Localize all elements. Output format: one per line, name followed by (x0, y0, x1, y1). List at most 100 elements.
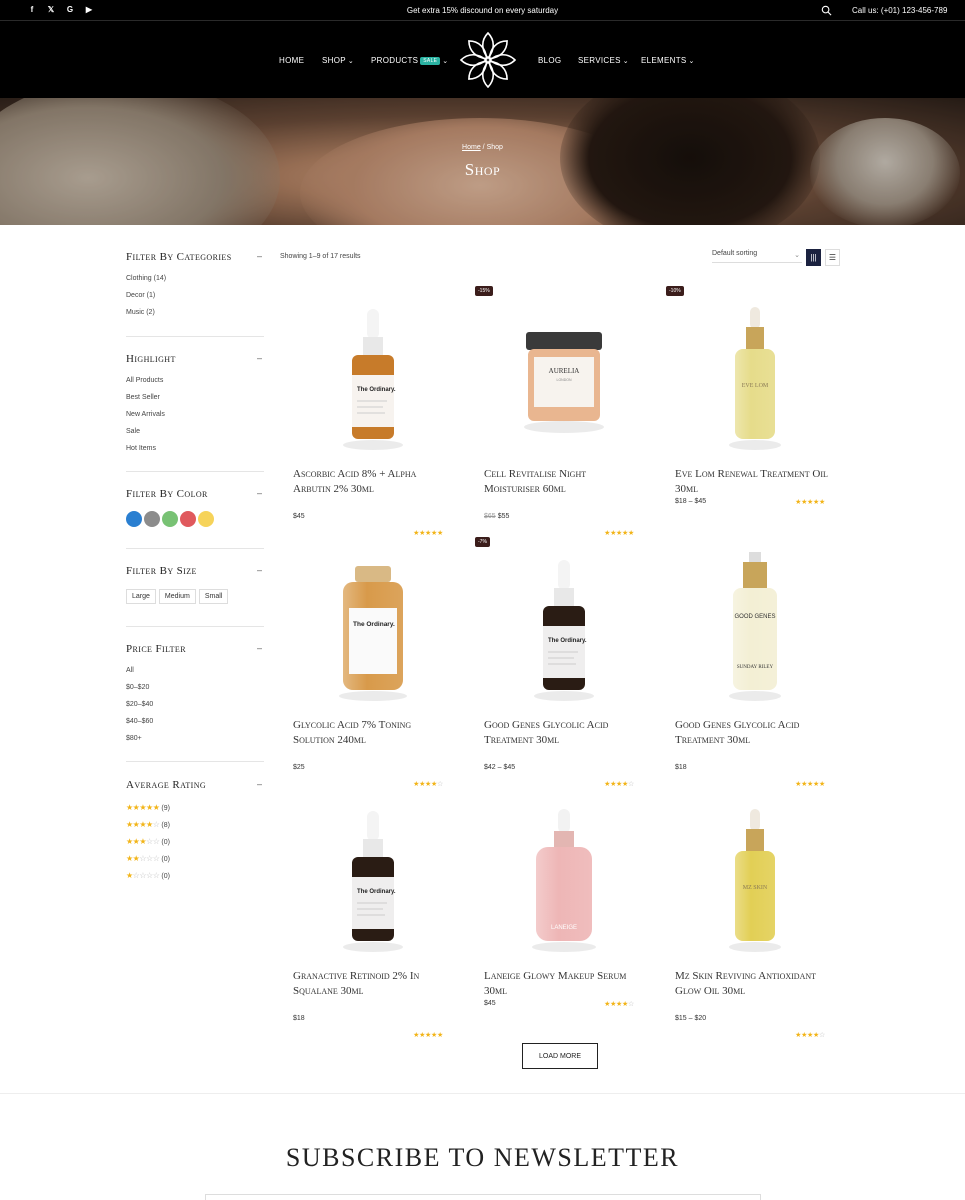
search-icon[interactable] (821, 5, 832, 16)
collapse-icon[interactable]: – (257, 565, 262, 575)
price-item[interactable]: $80+ (126, 735, 264, 752)
product-price: $18 – $45 (675, 498, 706, 505)
nav-home[interactable]: HOME (279, 56, 304, 65)
collapse-icon[interactable]: – (257, 488, 262, 498)
nav-elements[interactable]: ELEMENTS ⌄ (641, 56, 695, 65)
svg-text:LONDON: LONDON (557, 378, 572, 382)
product-image[interactable]: MZ SKIN (675, 789, 835, 959)
price-item[interactable]: $0–$20 (126, 684, 264, 701)
filter-rating: Average Rating – ★★★★★ (9) ★★★★☆ (8) ★★★☆☆ (0… (126, 779, 264, 888)
product-price: $42 – $45 (484, 764, 515, 771)
product-title[interactable]: Cell Revitalise Night Moisturiser 60ml (484, 467, 644, 497)
highlight-item[interactable]: Sale (126, 428, 264, 445)
product-card[interactable]: The Ordinary. Glycolic Acid 7% Toning Sol… (293, 538, 453, 788)
call-us[interactable]: Call us: (+01) 123-456-789 (852, 6, 947, 15)
product-title[interactable]: Eve Lom Renewal Treatment Oil 30ml (675, 467, 835, 497)
filter-size-title: Filter By Size (126, 565, 197, 577)
product-image[interactable]: The Ordinary. (293, 287, 453, 457)
product-title[interactable]: Laneige Glowy Makeup Serum 30ml (484, 969, 644, 999)
highlight-item[interactable]: All Products (126, 377, 264, 394)
product-image[interactable]: EVE LOM (675, 287, 835, 457)
highlight-item[interactable]: Hot Items (126, 445, 264, 462)
product-card[interactable]: GOOD GENES SUNDAY RILEY Good Genes Glycol… (675, 538, 835, 788)
product-price: $45 (484, 1000, 496, 1007)
product-image[interactable]: The Ordinary. (484, 538, 644, 708)
collapse-icon[interactable]: – (257, 643, 262, 653)
product-card[interactable]: The Ordinary. -7% Good Genes Glycolic Aci… (475, 537, 644, 788)
divider (126, 548, 264, 549)
product-image[interactable]: The Ordinary. (293, 538, 453, 708)
color-swatch[interactable] (180, 511, 196, 527)
product-title[interactable]: Ascorbic Acid 8% + Alpha Arbutin 2% 30ml (293, 467, 453, 497)
page-hero: Home / Shop Shop (0, 98, 965, 225)
product-title[interactable]: Glycolic Acid 7% Toning Solution 240ml (293, 718, 453, 748)
sale-badge: SALE (420, 57, 441, 65)
rating-filter-item[interactable]: ★★★★☆ (8) (126, 820, 264, 837)
product-title[interactable]: Good Genes Glycolic Acid Treatment 30ml (675, 718, 835, 748)
nav-services[interactable]: SERVICES ⌄ (578, 56, 629, 65)
color-swatches (126, 511, 264, 527)
star-rating-icon: ★★☆☆☆ (126, 854, 160, 863)
color-swatch[interactable] (144, 511, 160, 527)
size-option[interactable]: Medium (158, 589, 196, 604)
rating-filter-item[interactable]: ★★★☆☆ (0) (126, 837, 264, 854)
product-card[interactable]: EVE LOM -10% Eve Lom Renewal Treatment Oil… (666, 286, 835, 527)
star-rating-icon: ★☆☆☆☆ (126, 871, 160, 880)
filter-color-title: Filter By Color (126, 488, 208, 500)
list-view-button[interactable]: ☰ (825, 249, 840, 266)
highlight-item[interactable]: New Arrivals (126, 411, 264, 428)
collapse-icon[interactable]: – (257, 353, 262, 363)
lotus-logo-icon[interactable] (458, 30, 518, 90)
size-option[interactable]: Large (126, 589, 156, 604)
star-rating-icon: ★★★☆☆ (126, 837, 160, 846)
price-item[interactable]: All (126, 667, 264, 684)
collapse-icon[interactable]: – (257, 251, 262, 261)
color-swatch[interactable] (126, 511, 142, 527)
divider (0, 1093, 965, 1094)
filter-categories-title: Filter By Categories (126, 251, 232, 263)
current-price: $45 (484, 1000, 496, 1007)
product-price: $65 $55 (484, 513, 509, 520)
color-swatch[interactable] (198, 511, 214, 527)
product-card[interactable]: The Ordinary. Granactive Retinoid 2% In … (293, 789, 453, 1039)
product-card[interactable]: MZ SKIN Mz Skin Reviving Antioxidant Glow… (675, 789, 835, 1039)
divider (126, 471, 264, 472)
product-card[interactable]: LANEIGE Laneige Glowy Makeup Serum 30ml $4… (484, 789, 644, 1029)
product-title[interactable]: Mz Skin Reviving Antioxidant Glow Oil 30… (675, 969, 835, 999)
product-card[interactable]: AURELIA LONDON -15% Cell Revitalise Night … (475, 286, 644, 537)
load-more-button[interactable]: LOAD MORE (522, 1043, 598, 1069)
collapse-icon[interactable]: – (257, 779, 262, 789)
sort-select[interactable]: Default sorting ⌄ (712, 250, 802, 263)
newsletter-email-field[interactable] (205, 1194, 761, 1200)
highlight-item[interactable]: Best Seller (126, 394, 264, 411)
svg-text:LANEIGE: LANEIGE (551, 925, 577, 931)
nav-shop[interactable]: SHOP ⌄ (322, 56, 354, 65)
filter-highlight: Highlight – All Products Best Seller New… (126, 353, 264, 462)
breadcrumb-home[interactable]: Home (462, 144, 481, 151)
category-item[interactable]: Clothing (14) (126, 275, 264, 292)
product-title[interactable]: Granactive Retinoid 2% In Squalane 30ml (293, 969, 453, 999)
category-item[interactable]: Music (2) (126, 309, 264, 326)
nav-products[interactable]: PRODUCTS SALE ⌄ (371, 56, 448, 65)
price-item[interactable]: $20–$40 (126, 701, 264, 718)
rating-filter-item[interactable]: ★★☆☆☆ (0) (126, 854, 264, 871)
product-price: $25 (293, 764, 305, 771)
size-option[interactable]: Small (198, 589, 229, 604)
category-item[interactable]: Decor (1) (126, 292, 264, 309)
chevron-down-icon: ⌄ (347, 58, 355, 65)
current-price: $42 – $45 (484, 764, 516, 771)
product-title[interactable]: Good Genes Glycolic Acid Treatment 30ml (484, 718, 644, 748)
price-item[interactable]: $40–$60 (126, 718, 264, 735)
grid-view-button[interactable]: ||| (806, 249, 821, 266)
product-image[interactable]: The Ordinary. (293, 789, 453, 959)
filter-categories: Filter By Categories – Clothing (14) Dec… (126, 251, 264, 326)
product-card[interactable]: The Ordinary. Ascorbic Acid 8% + Alpha A… (293, 287, 453, 537)
color-swatch[interactable] (162, 511, 178, 527)
product-image[interactable]: LANEIGE (484, 789, 644, 959)
rating-filter-item[interactable]: ★★★★★ (9) (126, 803, 264, 820)
nav-blog[interactable]: BLOG (538, 56, 561, 65)
svg-text:MZ SKIN: MZ SKIN (743, 885, 768, 891)
product-image[interactable]: AURELIA LONDON (484, 287, 644, 457)
rating-filter-item[interactable]: ★☆☆☆☆ (0) (126, 871, 264, 888)
product-image[interactable]: GOOD GENES SUNDAY RILEY (675, 538, 835, 708)
